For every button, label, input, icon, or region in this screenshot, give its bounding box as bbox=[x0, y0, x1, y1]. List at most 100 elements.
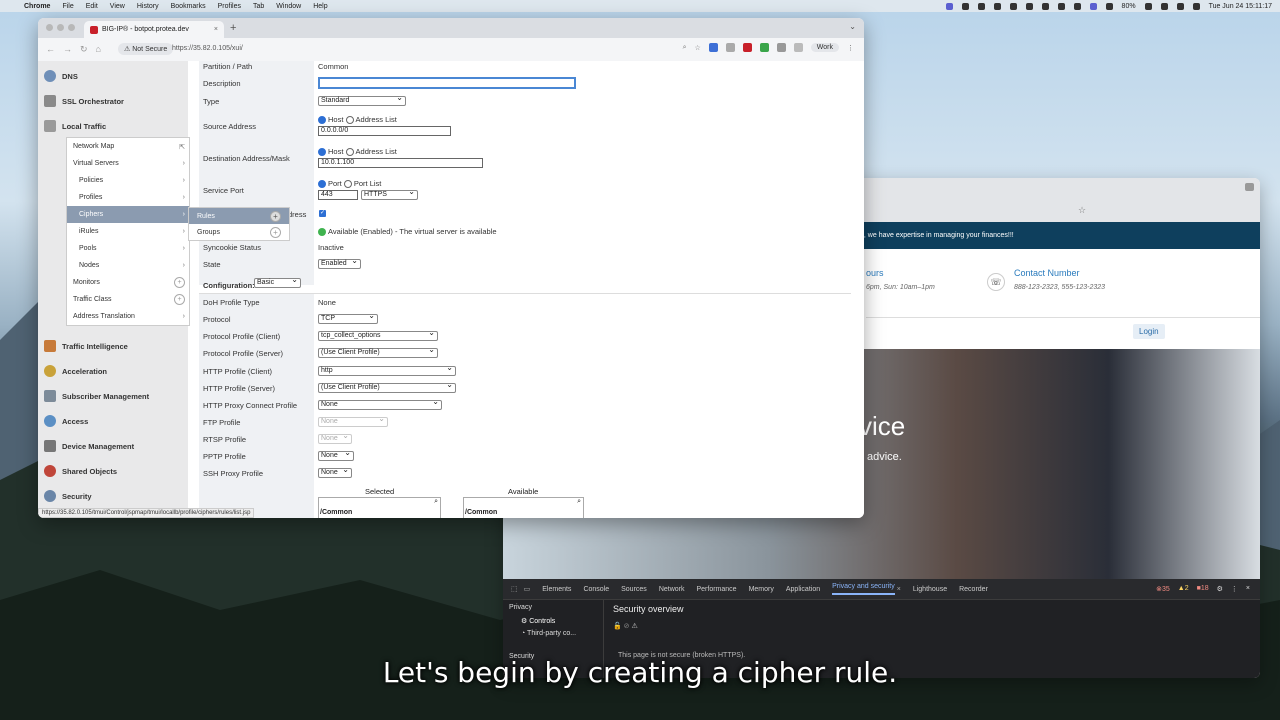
type-select[interactable]: Standard bbox=[318, 94, 406, 106]
add-rule-icon[interactable]: + bbox=[270, 210, 281, 222]
destination-input[interactable]: 10.0.1.100 bbox=[318, 158, 483, 168]
tab-sources[interactable]: Sources bbox=[621, 586, 647, 593]
status-icon[interactable] bbox=[977, 2, 985, 10]
description-input[interactable] bbox=[318, 77, 576, 89]
port-input[interactable]: 443 bbox=[318, 190, 358, 200]
sidebar-item-shared-objects[interactable]: Shared Objects bbox=[38, 460, 188, 482]
submenu-profiles[interactable]: Profiles › bbox=[67, 189, 189, 206]
settings-gear-icon[interactable]: ⚙ bbox=[1217, 585, 1223, 593]
menu-app[interactable]: Chrome bbox=[24, 3, 50, 10]
sidebar-item-security[interactable]: Security bbox=[38, 485, 188, 507]
status-icon[interactable] bbox=[1041, 2, 1049, 10]
error-count[interactable]: ⊗35 bbox=[1156, 585, 1170, 593]
forward-icon[interactable]: → bbox=[63, 44, 72, 55]
back-icon[interactable]: ← bbox=[46, 44, 55, 55]
submenu-nodes[interactable]: Nodes › bbox=[67, 257, 189, 274]
extension-icon[interactable] bbox=[742, 43, 752, 52]
sidebar-item-acceleration[interactable]: Acceleration bbox=[38, 360, 188, 382]
tab-elements[interactable]: Elements bbox=[542, 586, 571, 593]
reload-icon[interactable]: ↻ bbox=[80, 44, 88, 55]
menu-file[interactable]: File bbox=[62, 3, 73, 10]
minimize-window-button[interactable] bbox=[57, 24, 64, 31]
configuration-select[interactable]: Basic bbox=[254, 276, 301, 288]
sidebar-item-subscriber-management[interactable]: Subscriber Management bbox=[38, 385, 188, 407]
url-field[interactable]: https://35.82.0.105/xui/ bbox=[172, 45, 243, 52]
submenu-ciphers[interactable]: Ciphers › bbox=[67, 206, 189, 223]
third-party-item[interactable]: ◔ Third-party co... bbox=[521, 630, 576, 637]
issue-count[interactable]: ■18 bbox=[1197, 585, 1209, 593]
notify-checkbox[interactable]: ✓ bbox=[319, 210, 326, 217]
expand-icon[interactable] bbox=[1245, 183, 1254, 191]
submenu-traffic-class[interactable]: Traffic Class + bbox=[67, 291, 189, 308]
host-radio[interactable] bbox=[318, 148, 326, 157]
menu-profiles[interactable]: Profiles bbox=[218, 3, 241, 10]
control-center-icon[interactable] bbox=[1192, 2, 1200, 10]
address-list-radio[interactable] bbox=[345, 116, 354, 125]
sidepanel-icon[interactable] bbox=[793, 43, 803, 52]
status-icon[interactable] bbox=[1025, 2, 1033, 10]
extension-icon[interactable] bbox=[708, 43, 718, 52]
status-icon[interactable] bbox=[1009, 2, 1017, 10]
status-icon[interactable] bbox=[1073, 2, 1081, 10]
zoom-window-button[interactable] bbox=[68, 24, 75, 31]
port-radio[interactable] bbox=[318, 180, 326, 189]
http-client-select[interactable]: http bbox=[318, 364, 456, 376]
clock[interactable]: Tue Jun 24 15:11:17 bbox=[1209, 3, 1272, 10]
battery-icon[interactable] bbox=[1144, 2, 1152, 10]
zoom-icon[interactable]: ⌕ bbox=[683, 44, 687, 52]
sidebar-item-traffic-intelligence[interactable]: Traffic Intelligence bbox=[38, 335, 188, 357]
home-icon[interactable]: ⌂ bbox=[96, 44, 101, 55]
warning-count[interactable]: ▲2 bbox=[1178, 585, 1189, 593]
available-listbox[interactable]: ⌕ /Common bbox=[463, 497, 584, 518]
tab-privacy-security[interactable]: Privacy and security bbox=[832, 583, 895, 595]
protocol-client-select[interactable]: tcp_collect_options bbox=[318, 329, 438, 341]
add-icon[interactable]: + bbox=[174, 294, 185, 305]
status-icon[interactable] bbox=[1057, 2, 1065, 10]
extension-icon[interactable] bbox=[725, 43, 735, 52]
submenu-network-map[interactable]: Network Map ⇱ bbox=[67, 138, 189, 155]
submenu-pools[interactable]: Pools › bbox=[67, 240, 189, 257]
controls-item[interactable]: ⚙ Controls bbox=[521, 617, 555, 625]
add-group-icon[interactable]: + bbox=[270, 226, 281, 238]
menu-history[interactable]: History bbox=[137, 3, 159, 10]
bookmark-star-icon[interactable]: ☆ bbox=[695, 44, 701, 52]
menu-help[interactable]: Help bbox=[313, 3, 327, 10]
tab-application[interactable]: Application bbox=[786, 586, 820, 593]
available-item[interactable]: /Common bbox=[465, 509, 497, 516]
flyout-rules[interactable]: Rules + bbox=[189, 208, 289, 224]
status-icon[interactable] bbox=[945, 2, 953, 10]
menu-window[interactable]: Window bbox=[276, 3, 301, 10]
sidebar-item-ssl-orchestrator[interactable]: SSL Orchestrator bbox=[38, 90, 188, 112]
more-icon[interactable]: ⋮ bbox=[1231, 585, 1238, 593]
profile-button[interactable]: Work bbox=[810, 43, 839, 52]
menu-edit[interactable]: Edit bbox=[86, 3, 98, 10]
close-tab-icon[interactable]: × bbox=[214, 26, 218, 33]
inspect-icon[interactable]: ⬚ bbox=[511, 585, 518, 593]
host-radio[interactable] bbox=[318, 116, 326, 125]
tab-lighthouse[interactable]: Lighthouse bbox=[913, 586, 947, 593]
login-button[interactable]: Login bbox=[1133, 324, 1165, 339]
http-server-select[interactable]: (Use Client Profile) bbox=[318, 381, 456, 393]
menu-view[interactable]: View bbox=[110, 3, 125, 10]
status-icon[interactable] bbox=[961, 2, 969, 10]
submenu-policies[interactable]: Policies › bbox=[67, 172, 189, 189]
submenu-monitors[interactable]: Monitors + bbox=[67, 274, 189, 291]
tab-search-chevron-icon[interactable]: ⌄ bbox=[849, 22, 856, 31]
wifi-icon[interactable] bbox=[1160, 2, 1168, 10]
pptp-select[interactable]: None bbox=[318, 449, 354, 461]
http-proxy-connect-select[interactable]: None bbox=[318, 398, 442, 410]
menu-tab[interactable]: Tab bbox=[253, 3, 264, 10]
port-list-radio[interactable] bbox=[343, 180, 352, 189]
new-tab-icon[interactable]: + bbox=[230, 22, 236, 34]
submenu-virtual-servers[interactable]: Virtual Servers › bbox=[67, 155, 189, 172]
bluetooth-icon[interactable] bbox=[1105, 2, 1113, 10]
state-select[interactable]: Enabled bbox=[318, 257, 361, 269]
close-window-button[interactable] bbox=[46, 24, 53, 31]
protocol-server-select[interactable]: (Use Client Profile) bbox=[318, 346, 438, 358]
device-icon[interactable]: ▭ bbox=[524, 585, 531, 593]
source-address-input[interactable]: 0.0.0.0/0 bbox=[318, 126, 451, 136]
status-icon[interactable] bbox=[993, 2, 1001, 10]
browser-tab[interactable]: BIG-IP® - botpot.protea.dev × bbox=[84, 21, 224, 38]
star-icon[interactable]: ☆ bbox=[1078, 205, 1086, 216]
tab-console[interactable]: Console bbox=[583, 586, 609, 593]
